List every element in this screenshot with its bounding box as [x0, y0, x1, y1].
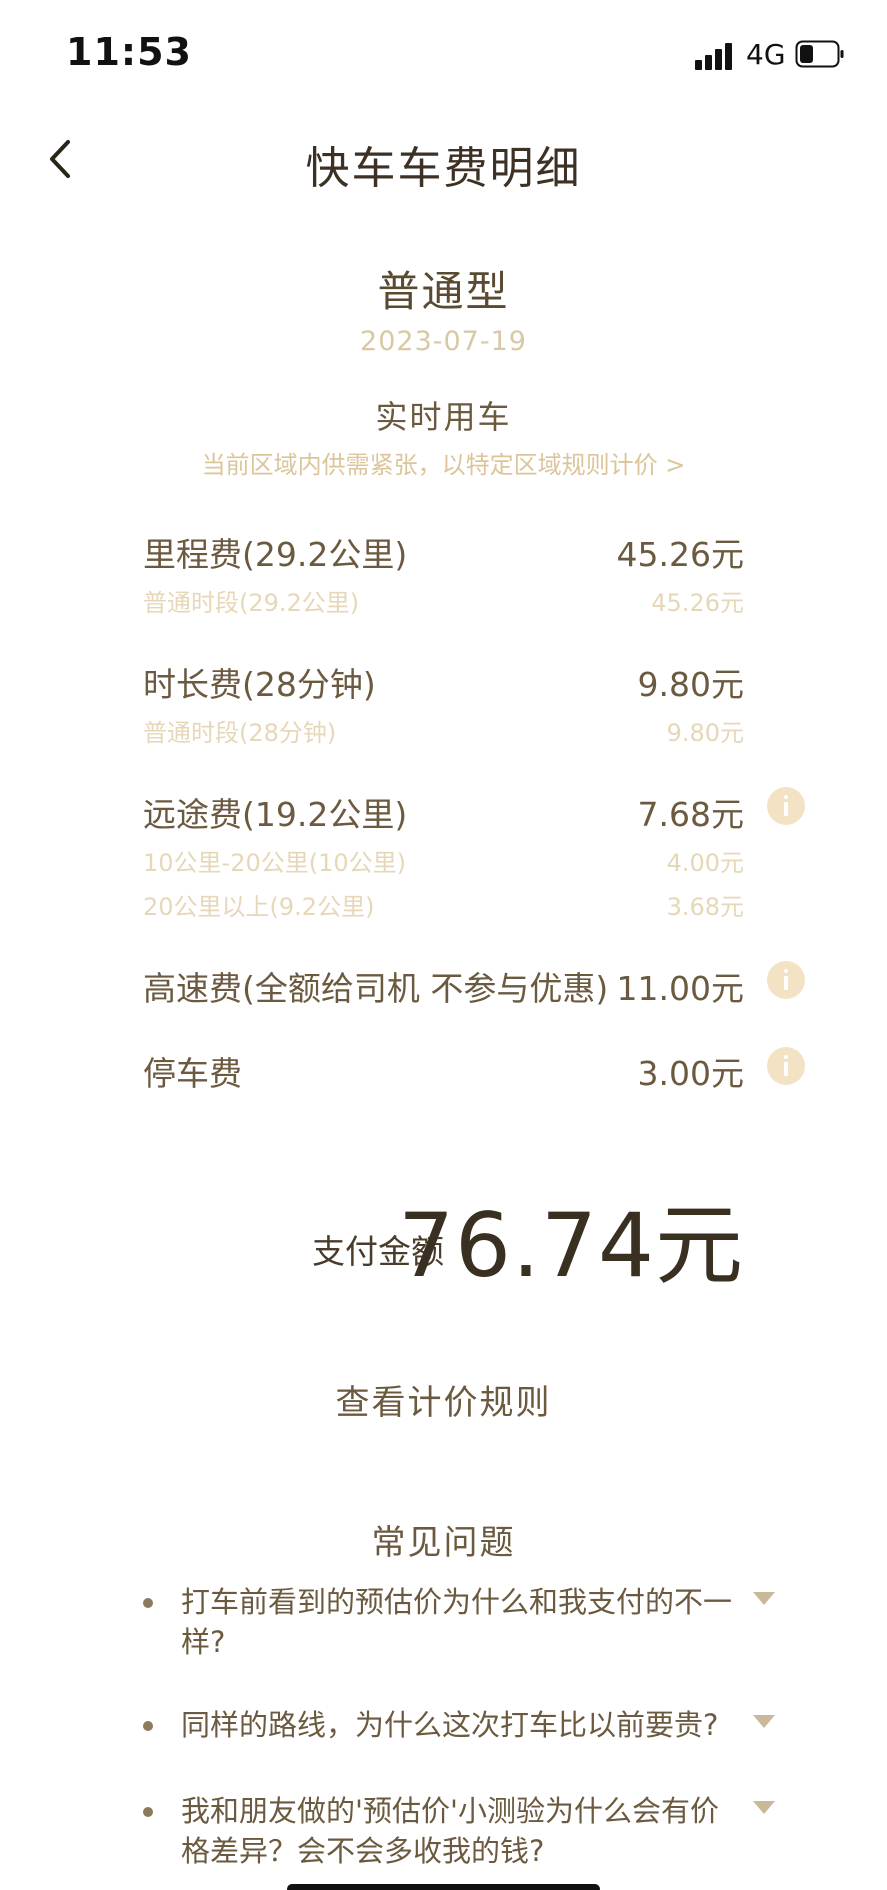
signal-icon — [695, 42, 737, 70]
network-type: 4G — [746, 38, 786, 71]
duration-fee-label: 时长费(28分钟) — [143, 665, 376, 704]
status-time: 11:53 — [66, 30, 192, 74]
status-bar: 11:53 4G — [0, 0, 887, 110]
faq-title: 常见问题 — [371, 1523, 516, 1563]
fare-detail-page: 11:53 4G 快车车费明细 普通型 2023-07-19 实时用车 当前区域… — [0, 0, 887, 1890]
faq-question: 同样的路线，为什么这次打车比以前要贵? — [181, 1708, 719, 1742]
duration-normal-amount: 9.80元 — [666, 719, 744, 747]
battery-icon — [795, 40, 844, 68]
payment-amount: 76.74元 — [398, 1194, 744, 1297]
info-icon[interactable] — [767, 1047, 805, 1085]
long-distance-fee-label: 远途费(19.2公里) — [143, 795, 408, 834]
long-distance-fee-amount: 7.68元 — [637, 795, 744, 834]
mileage-normal-label: 普通时段(29.2公里) — [143, 589, 360, 617]
highway-fee-label: 高速费(全额给司机 不参与优惠) — [143, 969, 609, 1008]
faq-question: 我和朋友做的'预估价'小测验为什么会有价格差异？会不会多收我的钱? — [181, 1794, 719, 1868]
parking-fee-amount: 3.00元 — [637, 1054, 744, 1093]
trip-date: 2023-07-19 — [360, 326, 527, 357]
long-distance-tier1-amount: 4.00元 — [666, 849, 744, 877]
duration-normal-label: 普通时段(28分钟) — [143, 719, 337, 747]
caret-down-icon[interactable] — [753, 1801, 775, 1814]
pricing-rules-link[interactable]: 查看计价规则 — [0, 1375, 887, 1424]
bullet-icon — [143, 1721, 153, 1731]
ride-mode: 实时用车 — [375, 398, 512, 436]
pricing-notice-link[interactable]: 当前区域内供需紧张，以特定区域规则计价 > — [0, 445, 887, 480]
bullet-icon — [143, 1807, 153, 1817]
long-distance-tier2-label: 20公里以上(9.2公里) — [143, 893, 375, 921]
mileage-normal-amount: 45.26元 — [651, 589, 744, 617]
faq-question: 打车前看到的预估价为什么和我支付的不一样? — [181, 1585, 733, 1659]
mileage-fee-amount: 45.26元 — [616, 535, 744, 574]
long-distance-tier1-label: 10公里-20公里(10公里) — [143, 849, 407, 877]
info-icon[interactable] — [767, 961, 805, 999]
info-icon[interactable] — [767, 787, 805, 825]
nav-bar: 快车车费明细 — [0, 110, 887, 210]
page-title: 快车车费明细 — [305, 143, 582, 194]
long-distance-tier2-amount: 3.68元 — [666, 893, 744, 921]
mileage-fee-label: 里程费(29.2公里) — [143, 535, 408, 574]
bullet-icon — [143, 1598, 153, 1608]
duration-fee-amount: 9.80元 — [637, 665, 744, 704]
parking-fee-label: 停车费 — [143, 1054, 242, 1093]
caret-down-icon[interactable] — [753, 1715, 775, 1728]
caret-down-icon[interactable] — [753, 1592, 775, 1605]
highway-fee-amount: 11.00元 — [616, 969, 744, 1008]
car-type: 普通型 — [377, 267, 510, 316]
home-indicator — [287, 1884, 600, 1890]
